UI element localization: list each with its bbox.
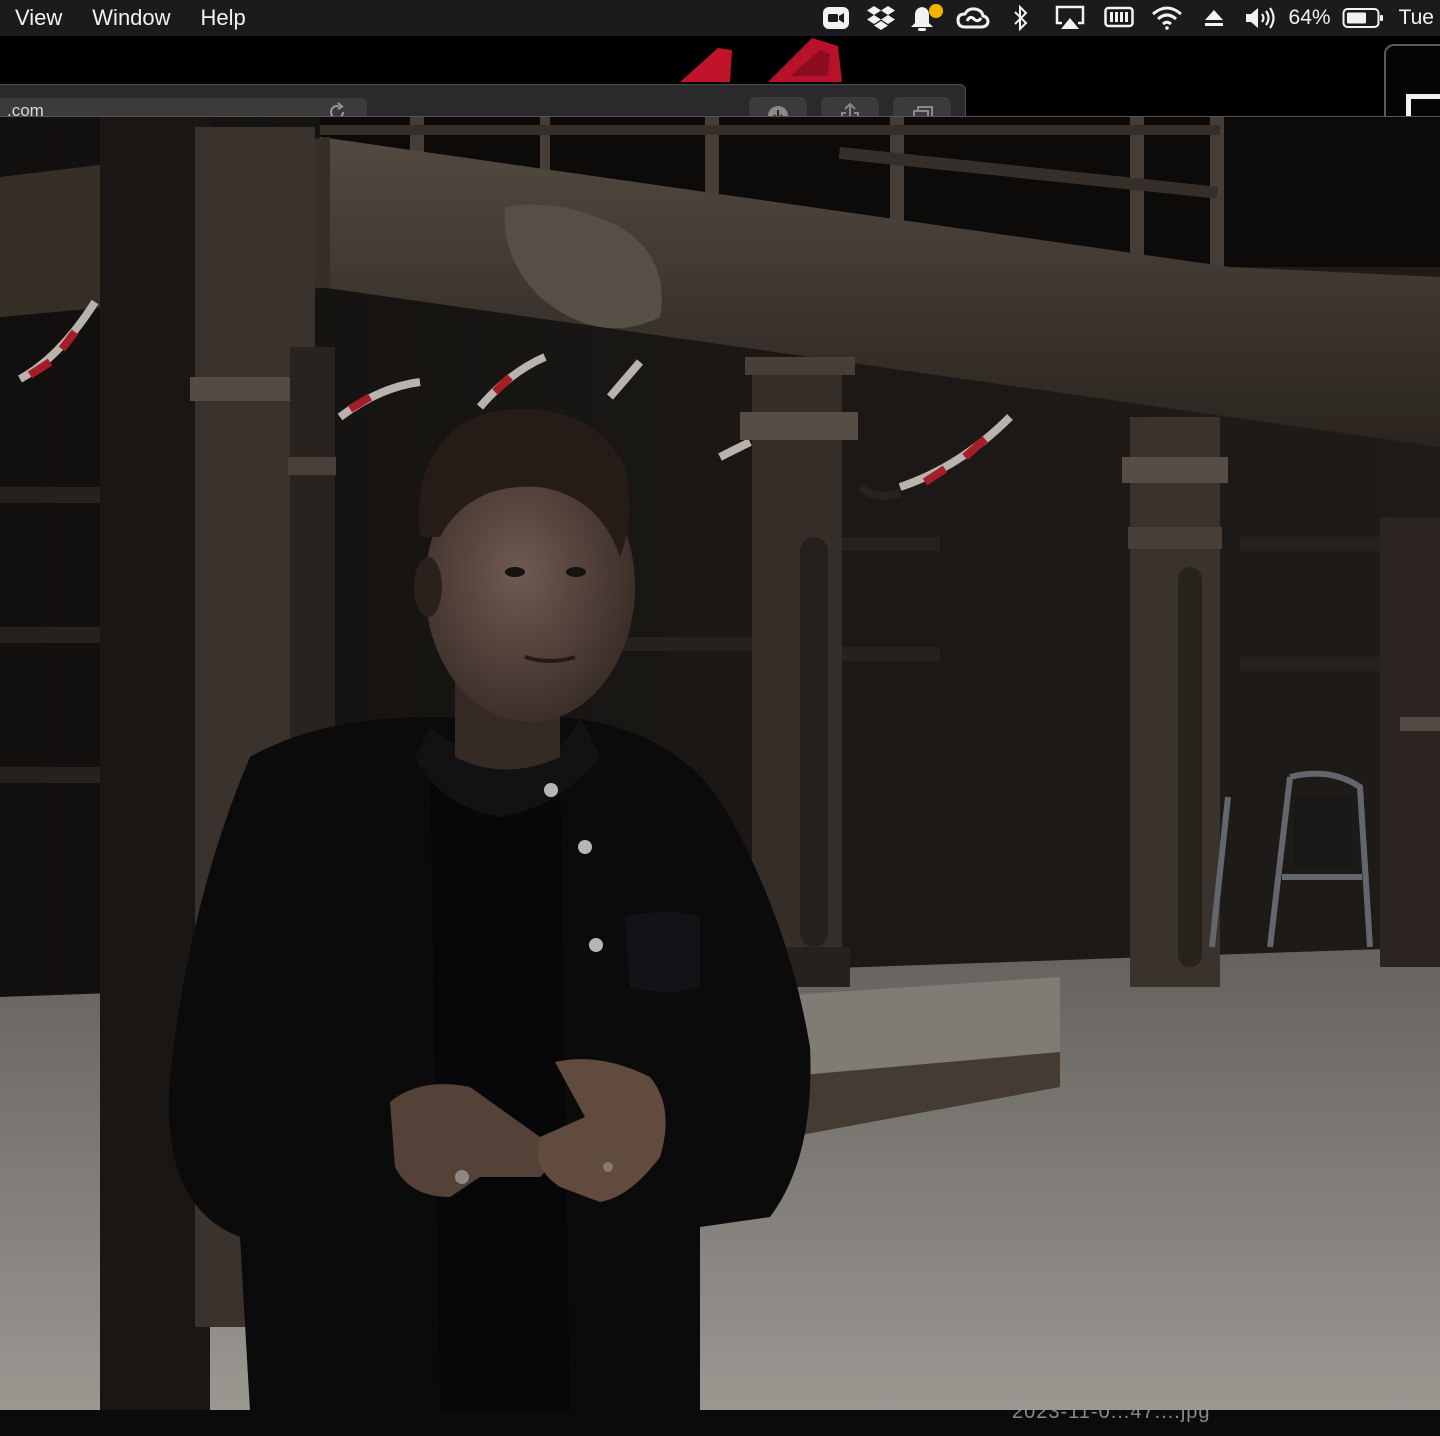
- airplay-icon[interactable]: [1045, 0, 1095, 36]
- creative-cloud-icon[interactable]: [949, 0, 997, 36]
- side-window-edge: [1384, 44, 1440, 118]
- downloads-button[interactable]: [749, 97, 807, 118]
- file-name-label: 2023-11-0...47....jpg: [1012, 1410, 1211, 1423]
- notification-icon[interactable]: [901, 0, 949, 36]
- side-window-glyph: [1406, 94, 1440, 118]
- status-tray: 64% Tue: [811, 0, 1440, 36]
- menu-window[interactable]: Window: [77, 0, 185, 36]
- dropbox-icon[interactable]: [861, 0, 901, 36]
- battery-icon[interactable]: [1337, 0, 1389, 36]
- notification-badge: [928, 4, 943, 18]
- menu-bar: View Window Help 64% Tue: [0, 0, 1440, 36]
- video-camera-icon[interactable]: [811, 0, 861, 36]
- address-bar[interactable]: [0, 98, 367, 118]
- tabs-overview-button[interactable]: [893, 97, 951, 118]
- background-browser-window: .com: [0, 36, 1440, 118]
- share-button[interactable]: [821, 97, 879, 118]
- eject-icon[interactable]: [1191, 0, 1237, 36]
- volume-icon[interactable]: [1237, 0, 1287, 36]
- video-still-image: [0, 117, 1440, 1411]
- menu-view[interactable]: View: [0, 0, 77, 36]
- browser-toolbar: .com: [0, 84, 966, 118]
- wifi-icon[interactable]: [1143, 0, 1191, 36]
- video-still-frame[interactable]: [0, 116, 1440, 1411]
- menu-help[interactable]: Help: [186, 0, 261, 36]
- red-tab-shapes: [680, 38, 842, 82]
- memory-icon[interactable]: [1095, 0, 1143, 36]
- bottom-strip: 2023-11-0...47....jpg: [0, 1410, 1440, 1436]
- menubar-clock[interactable]: Tue: [1389, 0, 1440, 36]
- app-menus: View Window Help: [0, 0, 261, 36]
- bluetooth-icon[interactable]: [997, 0, 1045, 36]
- battery-percent: 64%: [1288, 6, 1331, 29]
